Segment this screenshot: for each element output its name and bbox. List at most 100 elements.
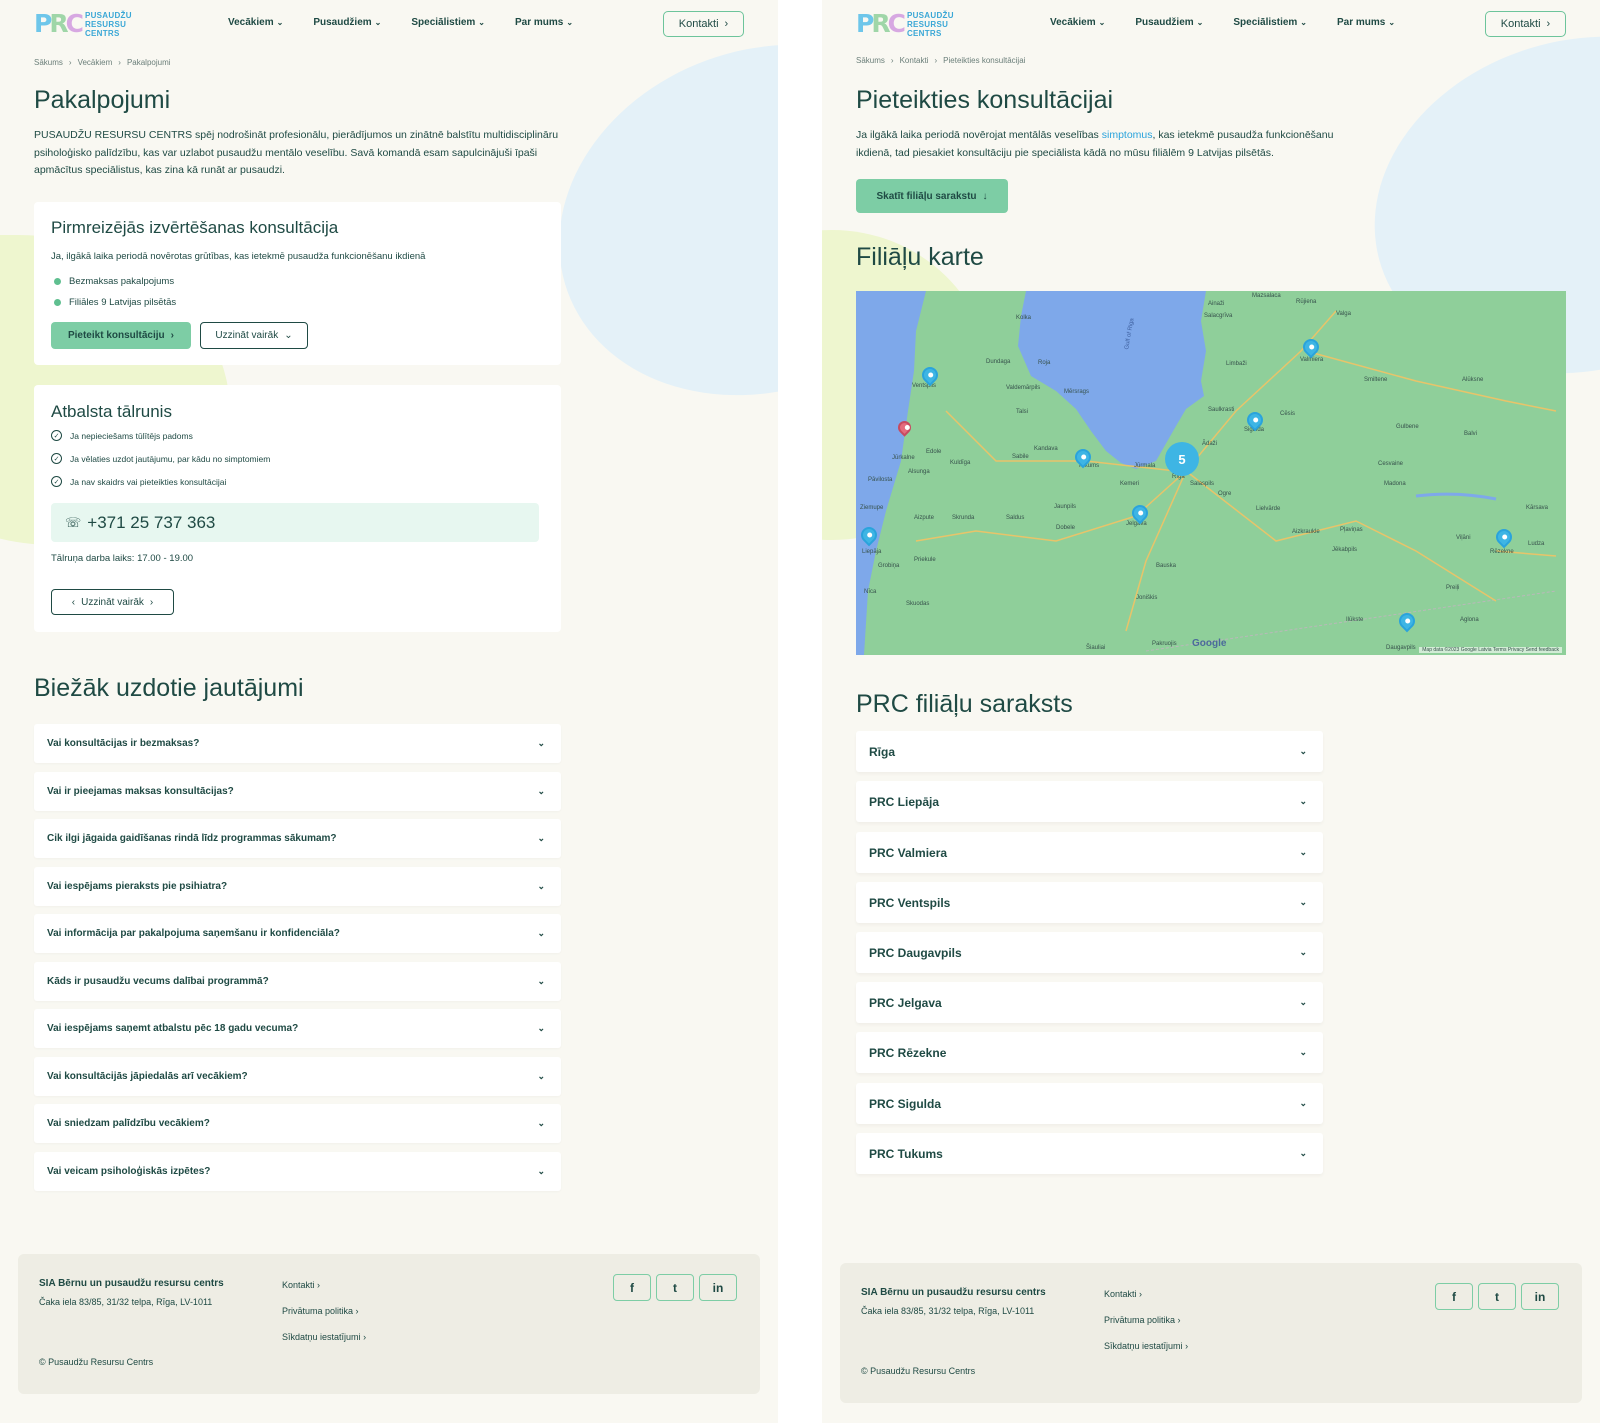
card-title: Pirmreizējās izvērtēšanas konsultācija — [51, 218, 339, 237]
footer-link-cookies[interactable]: Sīkdatņu iestatījumi › — [1104, 1341, 1188, 1351]
page-title: Pieteikties konsultācijai — [856, 86, 1114, 114]
footer-link-privacy[interactable]: Privātuma politika › — [1104, 1315, 1181, 1325]
map-label: Kandava — [1034, 446, 1058, 452]
breadcrumb-current: Pieteikties konsultācijai — [943, 56, 1026, 65]
branch-item[interactable]: PRC Tukums ⌄ — [856, 1133, 1323, 1174]
footer-company: SIA Bērnu un pusaudžu resursu centrs — [861, 1287, 1046, 1298]
map-label: Priekule — [914, 557, 936, 563]
footer-link-contacts[interactable]: Kontakti › — [1104, 1289, 1142, 1299]
nav-item-teens[interactable]: Pusaudžiem ⌄ — [1135, 17, 1203, 28]
check-circle-icon: ✓ — [51, 476, 62, 487]
map-label: Alūksne — [1462, 377, 1484, 383]
footer-link-contacts[interactable]: Kontakti › — [282, 1280, 320, 1290]
nav-item-parents[interactable]: Vecākiem ⌄ — [1050, 17, 1105, 28]
bullet-dot-icon — [54, 278, 61, 285]
branch-item[interactable]: PRC Valmiera ⌄ — [856, 832, 1323, 873]
twitter-icon[interactable]: t — [1478, 1283, 1516, 1310]
nav-item-specialists[interactable]: Speciālistiem ⌄ — [1233, 17, 1307, 28]
faq-item[interactable]: Vai konsultācijās jāpiedalās arī vecākie… — [34, 1057, 561, 1096]
map-label: Rūjiena — [1296, 299, 1317, 305]
map-label: Bauska — [1156, 563, 1177, 569]
nav-item-parents[interactable]: Vecākiem ⌄ — [228, 17, 283, 28]
consultation-page: PRC PUSAUDŽU RESURSU CENTRS Vecākiem ⌄ Pusa… — [822, 0, 1600, 1423]
contact-button[interactable]: Kontakti › — [1485, 11, 1566, 37]
footer-link-privacy[interactable]: Privātuma politika › — [282, 1306, 359, 1316]
map-label: Smiltene — [1364, 377, 1388, 383]
map-label: Salaspils — [1190, 481, 1215, 487]
map-label: Ogre — [1218, 491, 1232, 497]
branch-item[interactable]: PRC Sigulda ⌄ — [856, 1083, 1323, 1124]
map-label: Saldus — [1006, 515, 1025, 521]
map-label: Balvi — [1464, 431, 1478, 437]
chevron-down-icon: ⌄ — [537, 786, 545, 796]
nav-item-about[interactable]: Par mums ⌄ — [1337, 17, 1395, 28]
linkedin-icon[interactable]: in — [699, 1274, 737, 1301]
linkedin-icon[interactable]: in — [1521, 1283, 1559, 1310]
logo[interactable]: PRC PUSAUDŽU RESURSU CENTRS — [856, 10, 954, 38]
breadcrumb-contacts[interactable]: Kontakti — [900, 56, 929, 65]
branch-item[interactable]: PRC Jelgava ⌄ — [856, 982, 1323, 1023]
apply-consultation-button[interactable]: Pieteikt konsultāciju › — [51, 322, 191, 349]
chevron-down-icon: ⌄ — [1299, 897, 1307, 907]
breadcrumb-home[interactable]: Sākums — [34, 58, 63, 67]
branch-item[interactable]: Rīga ⌄ — [856, 731, 1323, 772]
learn-more-button[interactable]: Uzzināt vairāk ⌄ — [200, 322, 308, 349]
map-label: Aglona — [1460, 617, 1479, 623]
breadcrumb-parents[interactable]: Vecākiem — [78, 58, 113, 67]
faq-item[interactable]: Vai konsultācijas ir bezmaksas? ⌄ — [34, 724, 561, 763]
nav-item-specialists[interactable]: Speciālistiem ⌄ — [411, 17, 485, 28]
page-lead: Ja ilgākā laika periodā novērojat mentāl… — [856, 129, 1334, 159]
map-label: Talsi — [1016, 409, 1029, 415]
faq-item[interactable]: Vai iespējams saņemt atbalstu pēc 18 gad… — [34, 1009, 561, 1048]
facebook-icon[interactable]: f — [613, 1274, 651, 1301]
chevron-left-icon: ‹ — [71, 596, 76, 608]
check-circle-icon: ✓ — [51, 430, 62, 441]
map-label: Rēzekne — [1490, 549, 1514, 555]
card-title: Atbalsta tālrunis — [51, 402, 172, 421]
nav-item-about[interactable]: Par mums ⌄ — [515, 17, 573, 28]
twitter-icon[interactable]: t — [656, 1274, 694, 1301]
branch-cluster-riga[interactable]: 5 — [1165, 442, 1199, 476]
faq-item[interactable]: Vai iespējams pieraksts pie psihiatra? ⌄ — [34, 867, 561, 906]
map-label: Gulbene — [1396, 424, 1419, 430]
map-label: Roja — [1038, 360, 1051, 366]
nav-item-teens[interactable]: Pusaudžiem ⌄ — [313, 17, 381, 28]
breadcrumb-home[interactable]: Sākums — [856, 56, 885, 65]
map-label: Dundaga — [986, 359, 1011, 365]
branch-map[interactable]: Ventspils Kolka Dundaga Roja Valdemārpil… — [856, 291, 1566, 655]
contact-button[interactable]: Kontakti › — [663, 11, 744, 37]
map-label: Skuodas — [906, 601, 930, 607]
breadcrumb: Sākums › Vecākiem › Pakalpojumi — [34, 58, 171, 67]
chevron-down-icon: ⌄ — [537, 738, 545, 748]
symptoms-link[interactable]: simptomus — [1102, 129, 1153, 141]
branch-item[interactable]: PRC Rēzekne ⌄ — [856, 1032, 1323, 1073]
branch-item[interactable]: PRC Daugavpils ⌄ — [856, 932, 1323, 973]
faq-item[interactable]: Vai veicam psiholoģiskās izpētes? ⌄ — [34, 1152, 561, 1191]
map-label: Ilūkste — [1346, 617, 1364, 623]
branch-item[interactable]: PRC Liepāja ⌄ — [856, 781, 1323, 822]
site-footer: SIA Bērnu un pusaudžu resursu centrs Čak… — [840, 1263, 1582, 1403]
facebook-icon[interactable]: f — [1435, 1283, 1473, 1310]
faq-item[interactable]: Vai informācija par pakalpojuma saņemšan… — [34, 914, 561, 953]
footer-address: Čaka iela 83/85, 31/32 telpa, Rīga, LV-1… — [39, 1297, 213, 1307]
chevron-down-icon: ⌄ — [478, 18, 485, 27]
branch-list-button[interactable]: Skatīt filiāļu sarakstu ↓ — [856, 179, 1008, 213]
map-label: Jaunpils — [1054, 504, 1077, 510]
footer-link-cookies[interactable]: Sīkdatņu iestatījumi › — [282, 1332, 366, 1342]
faq-item[interactable]: Vai sniedzam palīdzību vecākiem? ⌄ — [34, 1104, 561, 1143]
phone-number[interactable]: ☏ +371 25 737 363 — [51, 503, 539, 542]
faq-item[interactable]: Cik ilgi jāgaida gaidīšanas rindā līdz p… — [34, 819, 561, 858]
logo[interactable]: PRC PUSAUDŽU RESURSU CENTRS — [34, 10, 132, 38]
faq-item[interactable]: Vai ir pieejamas maksas konsultācijas? ⌄ — [34, 772, 561, 811]
site-header: PRC PUSAUDŽU RESURSU CENTRS Vecākiem ⌄ Pusa… — [0, 0, 778, 50]
map-label: Madona — [1384, 481, 1406, 487]
helpline-learn-more-button[interactable]: ‹ Uzzināt vairāk › — [51, 589, 174, 615]
chevron-down-icon: ⌄ — [537, 928, 545, 938]
branch-item[interactable]: PRC Ventspils ⌄ — [856, 882, 1323, 923]
faq-item[interactable]: Kāds ir pusaudžu vecums dalībai programm… — [34, 962, 561, 1001]
chevron-right-icon: › — [363, 1332, 367, 1342]
map-attribution[interactable]: Map data ©2023 Google Latvia Terms Priva… — [1419, 647, 1562, 653]
footer-company: SIA Bērnu un pusaudžu resursu centrs — [39, 1278, 224, 1289]
page-lead: PUSAUDŽU RESURSU CENTRS spēj nodrošināt … — [34, 129, 559, 176]
chevron-down-icon: ⌄ — [537, 976, 545, 986]
